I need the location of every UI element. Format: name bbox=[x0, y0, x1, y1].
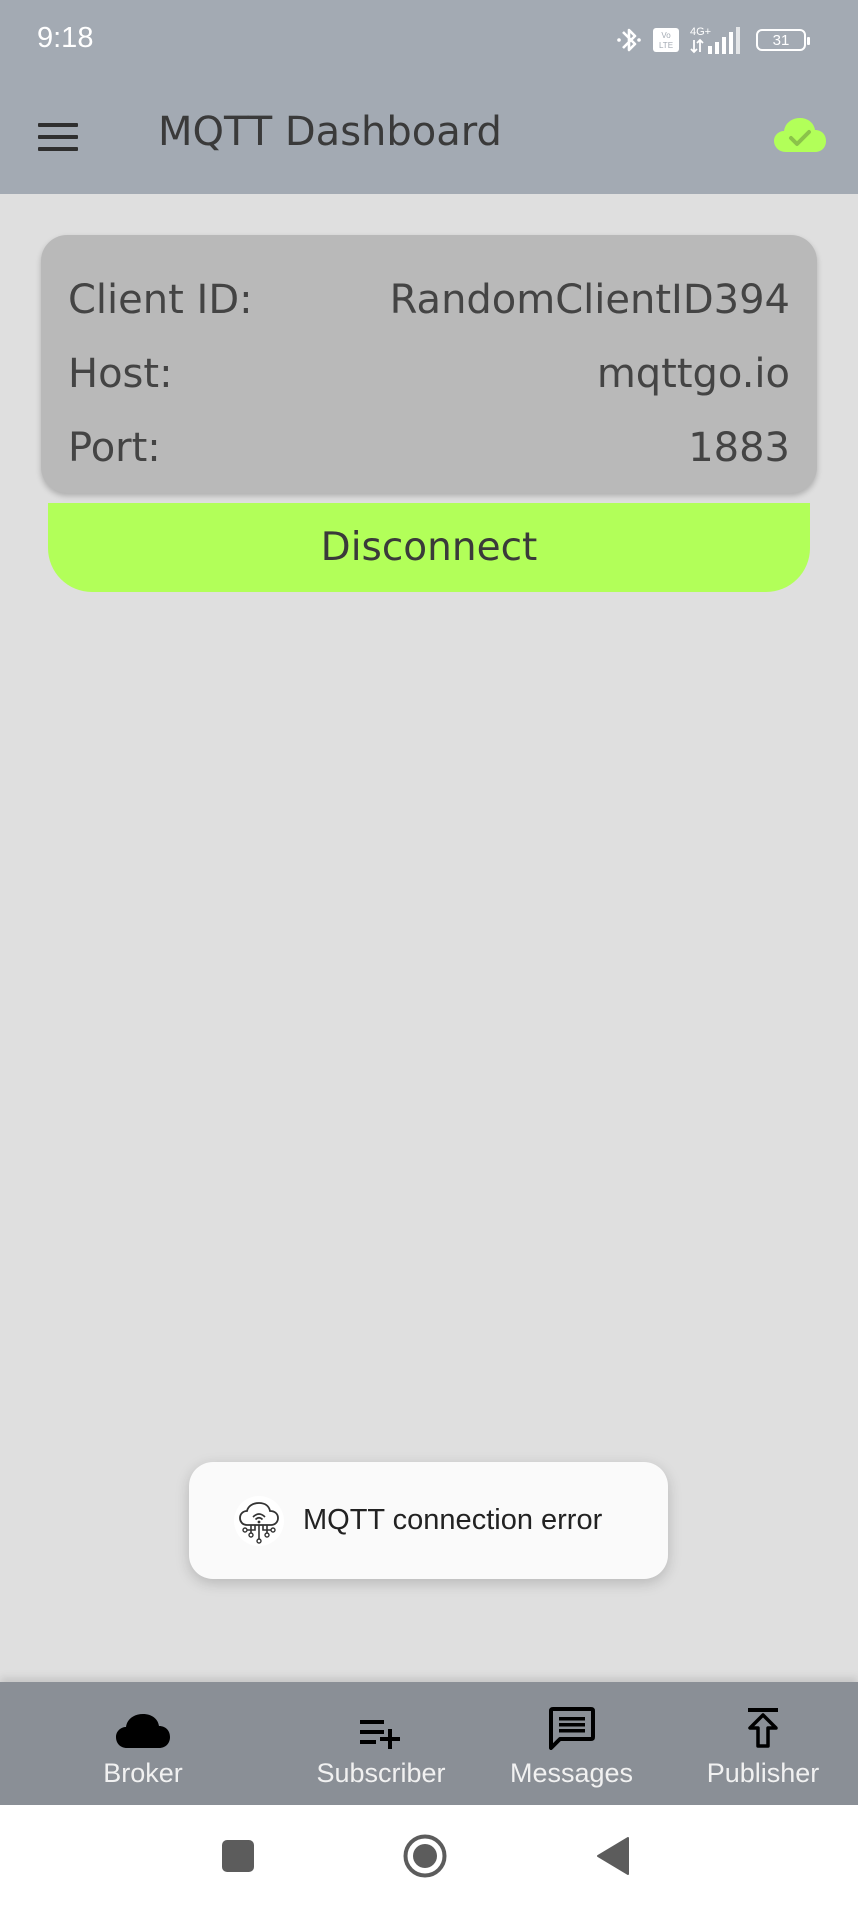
svg-text:Vo: Vo bbox=[661, 31, 671, 40]
nav-item-broker[interactable]: Broker bbox=[93, 1682, 193, 1805]
bottom-navigation: Broker Subscriber Messages Publisher bbox=[0, 1682, 858, 1805]
app-bar: MQTT Dashboard bbox=[0, 84, 858, 194]
port-value: 1883 bbox=[688, 425, 790, 471]
status-time: 9:18 bbox=[37, 22, 94, 54]
back-icon[interactable] bbox=[588, 1831, 638, 1881]
cloud-icon bbox=[116, 1714, 170, 1748]
battery-icon: 31 bbox=[756, 29, 810, 51]
chat-message-icon bbox=[548, 1707, 595, 1750]
host-value: mqttgo.io bbox=[596, 351, 790, 397]
bluetooth-icon bbox=[617, 28, 641, 52]
publish-icon bbox=[748, 1708, 778, 1748]
host-label: Host: bbox=[68, 351, 173, 397]
nav-label-publisher: Publisher bbox=[706, 1758, 820, 1788]
toast-message: MQTT connection error bbox=[303, 1504, 603, 1536]
nav-item-subscriber[interactable]: Subscriber bbox=[306, 1682, 456, 1805]
client-id-row: Client ID: RandomClientID394 bbox=[68, 263, 790, 337]
cloud-network-icon bbox=[234, 1495, 284, 1546]
nav-label-broker: Broker bbox=[103, 1758, 183, 1788]
battery-level: 31 bbox=[772, 31, 790, 49]
svg-text:4G+: 4G+ bbox=[690, 26, 711, 38]
error-toast: MQTT connection error bbox=[189, 1462, 668, 1579]
system-navigation-bar bbox=[0, 1805, 858, 1907]
nav-item-messages[interactable]: Messages bbox=[500, 1682, 643, 1805]
nav-label-subscriber: Subscriber bbox=[316, 1758, 446, 1788]
port-label: Port: bbox=[68, 425, 161, 471]
signal-4g-icon: 4G+ bbox=[690, 26, 740, 54]
playlist-add-icon bbox=[360, 1720, 400, 1749]
cloud-check-icon[interactable] bbox=[772, 112, 828, 158]
nav-item-publisher[interactable]: Publisher bbox=[703, 1682, 823, 1805]
host-row: Host: mqttgo.io bbox=[68, 337, 790, 411]
svg-text:LTE: LTE bbox=[659, 41, 673, 50]
port-row: Port: 1883 bbox=[68, 411, 790, 485]
hamburger-menu-icon[interactable] bbox=[38, 114, 84, 160]
nav-label-messages: Messages bbox=[509, 1758, 634, 1788]
home-icon[interactable] bbox=[400, 1831, 450, 1881]
client-id-label: Client ID: bbox=[68, 277, 253, 323]
connection-info-card: Client ID: RandomClientID394 Host: mqttg… bbox=[41, 235, 817, 493]
volte-icon: Vo LTE bbox=[653, 28, 679, 52]
page-title: MQTT Dashboard bbox=[158, 109, 502, 155]
status-bar: 9:18 Vo LTE 4G+ 31 bbox=[0, 0, 858, 84]
recent-apps-icon[interactable] bbox=[213, 1831, 263, 1881]
client-id-value: RandomClientID394 bbox=[389, 277, 790, 323]
disconnect-button[interactable]: Disconnect bbox=[48, 503, 810, 592]
status-icons: Vo LTE 4G+ 31 bbox=[616, 24, 810, 56]
